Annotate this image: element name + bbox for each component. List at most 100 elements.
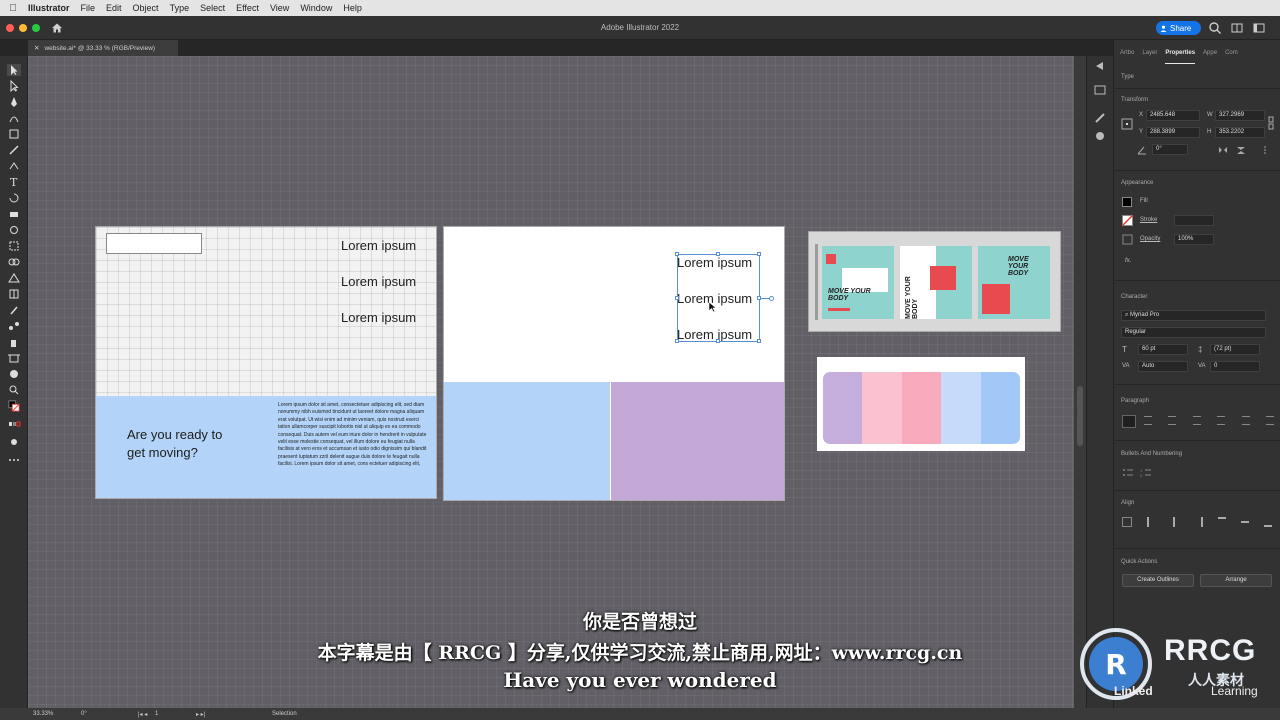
fill-swatch[interactable] xyxy=(1122,197,1132,207)
nav-text-3[interactable]: Lorem ipsum xyxy=(341,310,416,325)
zoom-tool-icon[interactable] xyxy=(7,384,21,396)
align-right-button[interactable] xyxy=(1168,416,1177,425)
shape-builder-tool-icon[interactable] xyxy=(7,256,21,268)
nav-text-1[interactable]: Lorem ipsum xyxy=(341,238,416,253)
h-field[interactable]: 353.2202 xyxy=(1215,127,1265,138)
tab-artboards[interactable]: Artbo xyxy=(1120,50,1134,64)
stroke-weight-field[interactable] xyxy=(1174,215,1214,226)
document-tab[interactable]: ✕ website.ai* @ 33.33 % (RGB/Preview) xyxy=(28,40,178,56)
rotate-angle-field[interactable]: 0° xyxy=(1152,144,1188,155)
justify-all-button[interactable] xyxy=(1265,416,1274,425)
perspective-grid-tool-icon[interactable] xyxy=(7,272,21,284)
tracking-field[interactable]: 0 xyxy=(1210,361,1260,372)
artboard-1[interactable]: Lorem ipsum Lorem ipsum Lorem ipsum Are … xyxy=(95,226,437,499)
opacity-field[interactable]: 100% xyxy=(1174,234,1214,245)
menu-help[interactable]: Help xyxy=(341,3,371,13)
resize-handle-ml[interactable] xyxy=(675,296,679,300)
resize-handle-bm[interactable] xyxy=(716,339,720,343)
align-left-button[interactable] xyxy=(1122,415,1136,428)
blue-block[interactable] xyxy=(444,382,610,500)
more-options-icon[interactable] xyxy=(1261,146,1269,154)
close-tab-icon[interactable]: ✕ xyxy=(34,44,39,52)
tab-comments[interactable]: Com xyxy=(1225,50,1238,64)
menu-effect[interactable]: Effect xyxy=(234,3,268,13)
palette-swatch-pink[interactable] xyxy=(901,372,942,444)
artboard-number[interactable]: 1 xyxy=(155,711,158,717)
menu-select[interactable]: Select xyxy=(198,3,234,13)
w-field[interactable]: 327.2969 xyxy=(1215,110,1265,121)
align-left-edges-icon[interactable] xyxy=(1146,517,1155,527)
align-h-center-icon[interactable] xyxy=(1172,517,1181,527)
apple-icon[interactable]:  xyxy=(0,3,26,14)
leading-field[interactable]: (72 pt) xyxy=(1210,344,1260,355)
eraser-tool-icon[interactable] xyxy=(7,208,21,220)
drawing-mode-icon[interactable] xyxy=(7,436,21,448)
align-right-edges-icon[interactable] xyxy=(1195,517,1204,527)
collapse-panels-icon[interactable] xyxy=(1094,60,1106,72)
menu-illustrator[interactable]: Illustrator xyxy=(26,3,79,13)
align-to-icon[interactable] xyxy=(1122,517,1132,527)
y-field[interactable]: 288.3899 xyxy=(1146,127,1200,138)
color-mode-icon[interactable] xyxy=(7,418,21,430)
rotation-angle[interactable]: 0° xyxy=(81,711,87,717)
rectangle-tool-icon[interactable] xyxy=(7,128,21,140)
resize-handle-tm[interactable] xyxy=(716,252,720,256)
workspace-switcher-icon[interactable] xyxy=(1252,21,1266,35)
color-palette[interactable] xyxy=(823,372,1020,444)
rotate-tool-icon[interactable] xyxy=(7,192,21,204)
font-size-field[interactable]: 60 pt xyxy=(1138,344,1188,355)
justify-right-button[interactable] xyxy=(1241,416,1250,425)
numbering-icon[interactable]: 12 xyxy=(1140,467,1152,479)
edit-toolbar-icon[interactable] xyxy=(7,454,21,466)
artboard-2[interactable]: Lorem ipsum Lorem ipsum Lorem ipsum xyxy=(443,226,785,501)
justify-left-button[interactable] xyxy=(1192,416,1201,425)
curvature-tool-icon[interactable] xyxy=(7,112,21,124)
x-field[interactable]: 2485.648 xyxy=(1146,110,1200,121)
symbols-icon[interactable] xyxy=(1093,130,1107,142)
resize-handle-tr[interactable] xyxy=(757,252,761,256)
flip-horizontal-icon[interactable] xyxy=(1217,145,1229,155)
mesh-tool-icon[interactable] xyxy=(7,288,21,300)
resize-handle-tl[interactable] xyxy=(675,252,679,256)
hero-headline[interactable]: Are you ready to get moving? xyxy=(127,426,222,462)
align-bottom-edges-icon[interactable] xyxy=(1263,517,1272,527)
purple-block[interactable] xyxy=(611,382,784,500)
align-center-button[interactable] xyxy=(1144,416,1152,425)
width-tool-icon[interactable] xyxy=(7,224,21,236)
justify-center-button[interactable] xyxy=(1217,416,1226,425)
paintbrush-tool-icon[interactable] xyxy=(7,144,21,156)
palette-swatch-light-pink[interactable] xyxy=(862,372,902,444)
symbol-sprayer-tool-icon[interactable] xyxy=(7,336,21,348)
menu-window[interactable]: Window xyxy=(298,3,341,13)
menu-object[interactable]: Object xyxy=(131,3,168,13)
poster-mockup-image[interactable]: MOVE YOUR BODY MOVE YOUR BODY MOVE YOUR … xyxy=(808,231,1061,332)
eyedropper-tool-icon[interactable] xyxy=(7,304,21,316)
libraries-icon[interactable] xyxy=(1093,84,1107,96)
font-family-field[interactable]: ⌕ Myriad Pro xyxy=(1121,310,1266,321)
font-style-field[interactable]: Regular xyxy=(1121,327,1266,338)
palette-swatch-light-blue[interactable] xyxy=(941,372,981,444)
pen-tool-icon[interactable] xyxy=(7,96,21,108)
scrollbar-thumb[interactable] xyxy=(1077,386,1083,446)
kerning-field[interactable]: Auto xyxy=(1138,361,1188,372)
search-icon[interactable] xyxy=(1208,21,1222,35)
align-v-center-icon[interactable] xyxy=(1241,521,1250,531)
tab-properties[interactable]: Properties xyxy=(1165,50,1196,64)
direct-selection-tool-icon[interactable] xyxy=(7,80,21,92)
menu-edit[interactable]: Edit xyxy=(104,3,131,13)
body-paragraph[interactable]: Lorem ipsum dolor sit amet, consectetuer… xyxy=(278,402,428,469)
resize-handle-bl[interactable] xyxy=(675,339,679,343)
brushes-icon[interactable] xyxy=(1093,112,1107,124)
hand-tool-icon[interactable] xyxy=(7,368,21,380)
menu-type[interactable]: Type xyxy=(168,3,199,13)
blend-tool-icon[interactable] xyxy=(7,320,21,332)
resize-handle-br[interactable] xyxy=(757,339,761,343)
tab-layers[interactable]: Layer xyxy=(1142,50,1157,64)
create-outlines-button[interactable]: Create Outlines xyxy=(1122,574,1194,587)
hero-blue-band[interactable]: Are you ready to get moving? Lorem ipsum… xyxy=(96,396,436,498)
free-transform-tool-icon[interactable] xyxy=(7,240,21,252)
menu-view[interactable]: View xyxy=(268,3,298,13)
color-palette-artboard[interactable] xyxy=(817,357,1025,451)
reference-point-icon[interactable] xyxy=(1121,118,1133,130)
fx-button[interactable]: fx. xyxy=(1125,258,1131,264)
